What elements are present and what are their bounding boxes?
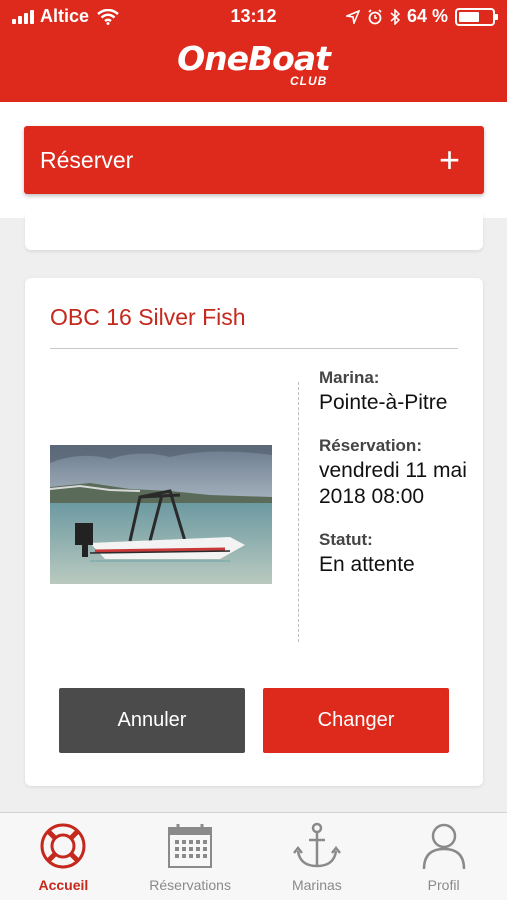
status-value: En attente [319,553,415,576]
reservation-value: vendredi 11 mai 2018 08:00 [319,459,467,508]
tab-label: Marinas [291,877,342,893]
bluetooth-icon [390,8,400,25]
anchor-icon [292,822,341,868]
logo-main: OneBoat [177,39,331,78]
booking-card: OBC 16 Silver Fish Marina: Pointe-à-Pitr… [25,278,483,786]
tab-profil[interactable]: Profil [380,813,507,900]
tab-bar: Accueil Réservations Marinas Profil [0,812,507,900]
marina-label: Marina: [319,368,380,387]
reservation-label: Réservation: [319,436,422,455]
boat-title: OBC 16 Silver Fish [50,304,246,330]
change-button[interactable]: Changer [263,688,449,753]
plus-icon: + [438,139,460,180]
location-arrow-icon [345,9,360,24]
app-logo: OneBoat CLUB [0,39,507,89]
status-label: Statut: [319,530,373,549]
status-bar: Altice 13:12 64 % [0,0,507,34]
battery-fill [459,11,480,22]
previous-booking-card [25,212,483,250]
boat-image [50,445,272,584]
battery-percent: 64 % [406,6,448,26]
marina-block: Marina: Pointe-à-Pitre [319,368,479,416]
user-icon [422,823,465,870]
tab-label: Réservations [149,877,231,893]
title-divider [50,348,458,349]
tab-marinas[interactable]: Marinas [254,813,381,900]
tab-label: Accueil [38,877,89,893]
logo-sub: CLUB [290,74,328,88]
marina-value: Pointe-à-Pitre [319,391,448,414]
alarm-icon [368,8,382,24]
booking-info: Marina: Pointe-à-Pitre Réservation: vend… [319,368,479,598]
lifebuoy-icon [40,823,86,869]
reservation-block: Réservation: vendredi 11 mai 2018 08:00 [319,436,479,510]
cancel-button[interactable]: Annuler [59,688,245,753]
tab-reservations[interactable]: Réservations [127,813,254,900]
reserve-button[interactable]: Réserver + [24,126,484,194]
status-right: 64 % [345,6,498,27]
reserve-label: Réserver [40,146,134,173]
app-header: Altice 13:12 64 % OneBoat CLUB [0,0,507,102]
status-block: Statut: En attente [319,530,479,578]
info-divider [298,382,299,642]
calendar-icon [168,824,213,868]
battery-icon [455,7,498,26]
tab-accueil[interactable]: Accueil [0,813,127,900]
tab-label: Profil [427,877,460,893]
